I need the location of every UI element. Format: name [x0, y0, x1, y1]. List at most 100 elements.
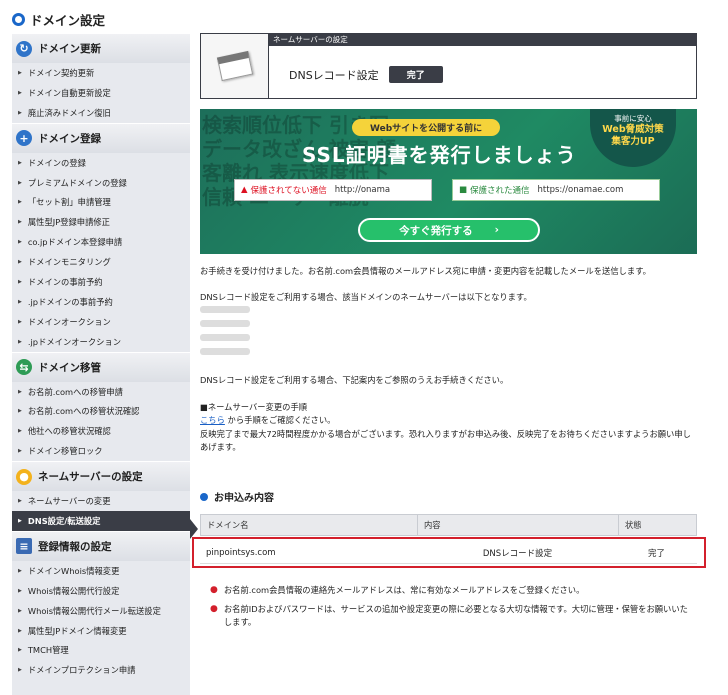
secure-url-bar: ■ 保護された通信 https://onamae.com	[452, 179, 660, 201]
banner-pill: Webサイトを公開する前に	[352, 119, 501, 136]
triangle-right-icon: ▶	[18, 298, 22, 305]
warning-icon: ▲	[241, 185, 248, 195]
sidebar-item-domain-contract-renewal[interactable]: ▶ ドメイン契約更新	[12, 63, 190, 83]
triangle-right-icon: ▶	[18, 627, 22, 634]
sidebar-item-whois-proxy[interactable]: ▶ Whois情報公開代行設定	[12, 581, 190, 601]
sidebar-item-auto-renewal[interactable]: ▶ ドメイン自動更新設定	[12, 83, 190, 103]
sidebar-item-premium-domain[interactable]: ▶ プレミアムドメインの登録	[12, 173, 190, 193]
guide-intro: DNSレコード設定をご利用する場合、下記案内をご参照のうえお手続きください。	[200, 375, 509, 385]
ssl-banner[interactable]: 検索順位低下 引き写 データ改ざん 被害 顧客離れ 表示速度低下 信頼 ユーザー…	[200, 109, 697, 254]
nameserver-list-redacted	[200, 306, 260, 362]
bullet-icon	[200, 492, 208, 501]
sidebar-item-cojp-registration[interactable]: ▶ co.jpドメイン本登録申請	[12, 232, 190, 252]
transfer-icon: ⇆	[16, 359, 32, 376]
triangle-right-icon: ▶	[18, 587, 22, 594]
completion-panel-body: DNSレコード設定 完了	[289, 66, 443, 83]
red-bullet-icon: ●	[210, 585, 218, 595]
sidebar-item-restore-domain[interactable]: ▶ 廃止済みドメイン復旧	[12, 103, 190, 123]
triangle-right-icon: ▶	[18, 448, 22, 455]
refresh-icon: ↻	[16, 40, 32, 57]
sidebar-item-domain-auction[interactable]: ▶ ドメインオークション	[12, 312, 190, 332]
triangle-right-icon: ▶	[18, 388, 22, 395]
triangle-right-icon: ▶	[18, 199, 22, 206]
sidebar-section-domain-registration: + ドメイン登録	[12, 122, 190, 153]
procedure-heading: ■ネームサーバー変更の手順	[200, 402, 308, 412]
active-item-pointer	[190, 519, 198, 539]
reflection-note: 反映完了まで最大72時間程度かかる場合がございます。恐れ入りますがお申込み後、反…	[200, 429, 691, 452]
note-item: ● お名前IDおよびパスワードは、サービスの追加や設定変更の際に必要となる大切な…	[210, 604, 688, 627]
title-ring-icon	[12, 12, 25, 26]
triangle-right-icon: ▶	[18, 338, 22, 345]
sidebar-item-transfer-lock[interactable]: ▶ ドメイン移管ロック	[12, 441, 190, 461]
triangle-right-icon: ▶	[18, 667, 22, 674]
triangle-right-icon: ▶	[18, 109, 22, 116]
banner-badge: 事前に安心 Web脅威対策 集客力UP	[590, 109, 676, 167]
sidebar: ↻ ドメイン更新 ▶ ドメイン契約更新 ▶ ドメイン自動更新設定 ▶ 廃止済みドメイン…	[12, 33, 190, 695]
sidebar-item-tmch[interactable]: ▶ TMCH管理	[12, 640, 190, 660]
column-content: 内容	[418, 515, 619, 535]
red-bullet-icon: ●	[210, 604, 218, 614]
triangle-right-icon: ▶	[18, 607, 22, 614]
notes-list: ● お名前.com会員情報の連絡先メールアドレスは、常に有効なメールアドレスをご…	[210, 584, 690, 635]
triangle-right-icon: ▶	[18, 517, 22, 524]
triangle-right-icon: ▶	[18, 428, 22, 435]
sidebar-item-register-domain[interactable]: ▶ ドメインの登録	[12, 153, 190, 173]
sidebar-item-set-discount[interactable]: ▶ 「セット割」申請管理	[12, 192, 190, 212]
sidebar-item-change-nameserver[interactable]: ▶ ネームサーバーの変更	[12, 491, 190, 511]
sidebar-item-transfer-request[interactable]: ▶ お名前.comへの移管申請	[12, 382, 190, 402]
procedure-link[interactable]: こちら	[200, 415, 225, 425]
sidebar-section-domain-transfer: ⇆ ドメイン移管	[12, 351, 190, 382]
lock-icon: ■	[459, 185, 468, 195]
issue-now-button[interactable]: 今すぐ発行する ›	[358, 218, 540, 242]
sidebar-section-nameserver: ● ネームサーバーの設定	[12, 461, 190, 492]
sidebar-item-jp-attribute-fix[interactable]: ▶ 属性型JP登録申請修正	[12, 212, 190, 232]
sidebar-item-jp-info-change[interactable]: ▶ 属性型JPドメイン情報変更	[12, 621, 190, 641]
sidebar-item-dns-forwarding[interactable]: ▶ DNS設定/転送設定	[12, 511, 190, 531]
status-badge: 完了	[388, 66, 443, 83]
page-title: ドメイン設定	[12, 9, 105, 29]
browser-window-icon	[216, 50, 253, 82]
sidebar-section-registration-info: ≡ 登録情報の設定	[12, 530, 190, 561]
procedure-line: こちら から手順をご確認ください。	[200, 415, 336, 425]
column-status: 状態	[625, 520, 642, 530]
triangle-right-icon: ▶	[18, 567, 22, 574]
triangle-right-icon: ▶	[18, 179, 22, 186]
window-thumbnail	[201, 34, 269, 98]
triangle-right-icon: ▶	[18, 408, 22, 415]
sidebar-item-whois-change[interactable]: ▶ ドメインWhois情報変更	[12, 561, 190, 581]
chevron-right-icon: ›	[494, 224, 499, 236]
insecure-url-bar: ▲ 保護されてない通信 http://onama	[234, 179, 432, 201]
sidebar-item-pre-reservation[interactable]: ▶ ドメインの事前予約	[12, 272, 190, 292]
triangle-right-icon: ▶	[18, 239, 22, 246]
completion-panel-header: ネームサーバーの設定	[269, 34, 696, 46]
triangle-right-icon: ▶	[18, 159, 22, 166]
triangle-right-icon: ▶	[18, 219, 22, 226]
triangle-right-icon: ▶	[18, 318, 22, 325]
nameserver-icon: ●	[16, 468, 32, 485]
sidebar-item-domain-monitoring[interactable]: ▶ ドメインモニタリング	[12, 252, 190, 272]
triangle-right-icon: ▶	[18, 498, 22, 505]
sidebar-section-domain-renewal: ↻ ドメイン更新	[12, 33, 190, 63]
triangle-right-icon: ▶	[18, 69, 22, 76]
plus-icon: +	[16, 130, 32, 147]
row-highlight-frame	[192, 537, 706, 568]
banner-headline: SSL証明書を発行しましょう	[302, 143, 577, 167]
accepted-message: お手続きを受け付けました。お名前.com会員情報のメールアドレス宛に申請・変更内…	[200, 266, 651, 276]
page-title-text: ドメイン設定	[30, 12, 106, 28]
triangle-right-icon: ▶	[18, 89, 22, 96]
nameserver-intro: DNSレコード設定をご利用する場合、該当ドメインのネームサーバーは以下となります…	[200, 292, 532, 302]
sidebar-item-transfer-status[interactable]: ▶ お名前.comへの移管状況確認	[12, 401, 190, 421]
sidebar-item-outbound-transfer-status[interactable]: ▶ 他社への移管状況確認	[12, 421, 190, 441]
column-domain: ドメイン名	[201, 515, 418, 535]
triangle-right-icon: ▶	[18, 278, 22, 285]
sidebar-item-domain-protection[interactable]: ▶ ドメインプロテクション申請	[12, 660, 190, 680]
note-item: ● お名前.com会員情報の連絡先メールアドレスは、常に有効なメールアドレスをご…	[210, 585, 585, 595]
table-header: ドメイン名 内容 状態	[200, 514, 697, 536]
application-heading: お申込み内容	[200, 489, 274, 504]
book-icon: ≡	[16, 538, 32, 555]
sidebar-item-jp-auction[interactable]: ▶ .jpドメインオークション	[12, 332, 190, 352]
triangle-right-icon: ▶	[18, 259, 22, 266]
sidebar-item-whois-mail-forward[interactable]: ▶ Whois情報公開代行メール転送設定	[12, 601, 190, 621]
sidebar-item-jp-pre-reservation[interactable]: ▶ .jpドメインの事前予約	[12, 292, 190, 312]
triangle-right-icon: ▶	[18, 647, 22, 654]
